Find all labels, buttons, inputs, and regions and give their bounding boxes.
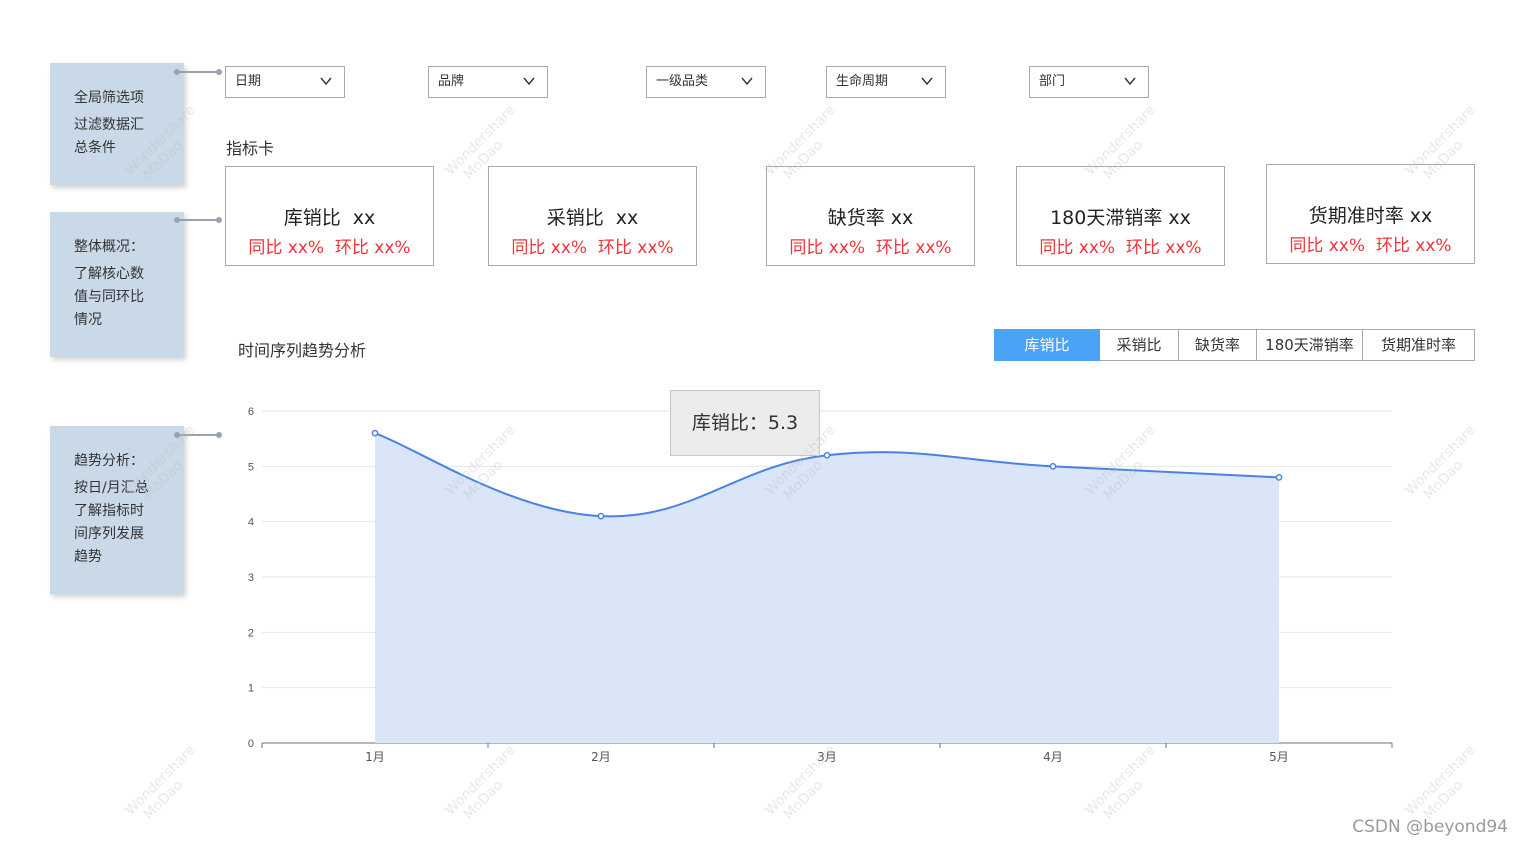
data-point [823, 451, 831, 459]
data-point [1275, 474, 1283, 481]
y-tick-label: 4 [248, 517, 254, 529]
data-point [371, 429, 379, 437]
x-tick-label: 3月 [817, 750, 837, 764]
data-point [597, 512, 605, 520]
x-tick-label: 4月 [1043, 750, 1063, 764]
x-tick-label: 2月 [591, 750, 611, 764]
y-tick-label: 0 [248, 738, 254, 750]
y-tick-label: 2 [248, 627, 254, 639]
data-point [1049, 462, 1057, 470]
credit-text: CSDN @beyond94 [1352, 817, 1508, 837]
x-tick-label: 5月 [1269, 750, 1289, 764]
x-tick-label: 1月 [365, 750, 385, 764]
y-tick-label: 6 [248, 406, 254, 418]
y-tick-label: 5 [248, 461, 254, 473]
series-area [375, 433, 1279, 743]
y-tick-label: 1 [248, 683, 254, 695]
chart-tooltip: 库销比：5.3 [670, 390, 820, 456]
y-tick-label: 3 [248, 572, 254, 584]
